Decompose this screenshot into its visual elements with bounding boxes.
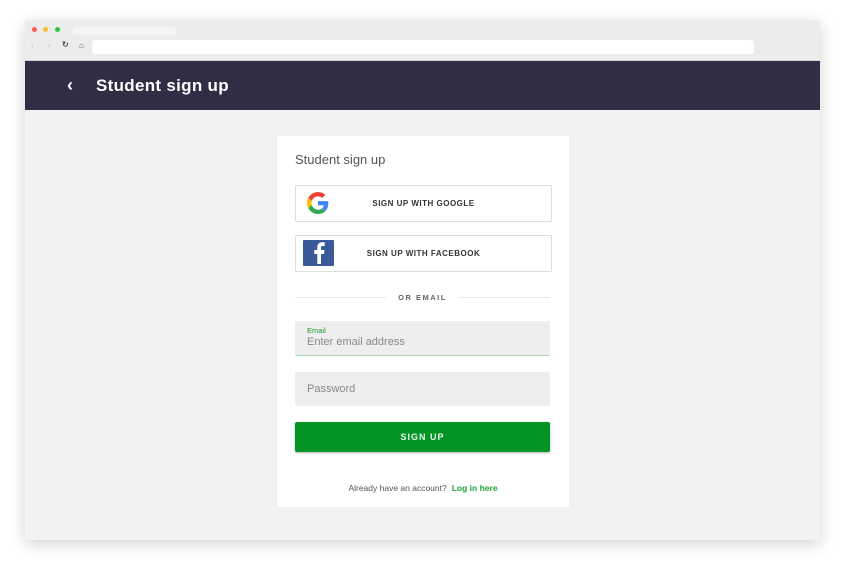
browser-back-icon[interactable]: ‹ <box>31 41 34 50</box>
browser-chrome: ‹ › ↻ ⌂ <box>25 20 820 61</box>
signup-card: Student sign up SIGN UP WITH GOOGLE SIGN… <box>277 136 569 507</box>
home-icon[interactable]: ⌂ <box>79 41 84 50</box>
login-prompt: Already have an account? Log in here <box>277 483 569 493</box>
minimize-window-icon[interactable] <box>43 27 48 32</box>
close-window-icon[interactable] <box>32 27 37 32</box>
sign-up-button[interactable]: SIGN UP <box>295 422 550 452</box>
google-signup-button[interactable]: SIGN UP WITH GOOGLE <box>295 185 552 222</box>
login-link[interactable]: Log in here <box>452 483 498 493</box>
facebook-signup-label: SIGN UP WITH FACEBOOK <box>366 249 481 258</box>
facebook-signup-button[interactable]: SIGN UP WITH FACEBOOK <box>295 235 552 272</box>
login-prompt-text: Already have an account? <box>348 483 447 493</box>
email-field[interactable]: Email Enter email address <box>295 321 550 356</box>
browser-window: ‹ › ↻ ⌂ ‹ Student sign up Student sign u… <box>25 20 820 540</box>
or-email-divider: OR EMAIL <box>295 291 551 303</box>
password-placeholder: Password <box>307 383 356 395</box>
browser-forward-icon[interactable]: › <box>48 41 51 50</box>
google-icon <box>303 190 333 216</box>
browser-tab[interactable] <box>73 27 177 35</box>
app-header: ‹ Student sign up <box>25 61 820 110</box>
reload-icon[interactable]: ↻ <box>62 40 69 49</box>
address-bar[interactable] <box>92 40 754 54</box>
divider-label: OR EMAIL <box>398 292 447 302</box>
page-title: Student sign up <box>96 76 229 95</box>
back-icon[interactable]: ‹ <box>67 75 73 96</box>
google-signup-label: SIGN UP WITH GOOGLE <box>372 199 475 208</box>
maximize-window-icon[interactable] <box>55 27 60 32</box>
facebook-icon <box>303 240 334 266</box>
email-placeholder: Enter email address <box>307 336 405 348</box>
card-title: Student sign up <box>295 152 386 167</box>
password-field[interactable]: Password <box>295 372 550 406</box>
email-label: Email <box>307 326 326 335</box>
